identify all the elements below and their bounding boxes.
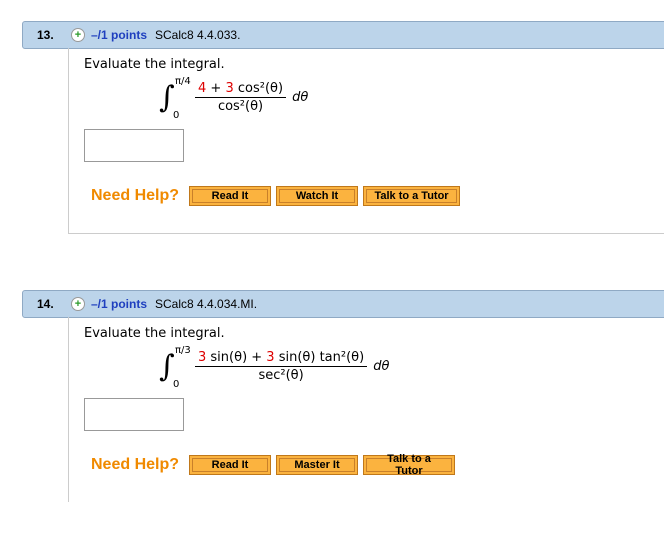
upper-limit: π/4: [175, 76, 191, 87]
question-14: 14. + –/1 points SCalc8 4.4.034.MI. Eval…: [22, 290, 664, 502]
question-13: 13. + –/1 points SCalc8 4.4.033. Evaluat…: [22, 21, 664, 234]
term: sin(θ) +: [206, 350, 267, 365]
prompt: Evaluate the integral.: [84, 57, 225, 72]
need-help-label: Need Help?: [91, 456, 180, 473]
integral-expression: ∫ π/3 0 3 sin(θ) + 3 sin(θ) tan²(θ) sec²(θ…: [159, 345, 390, 390]
term: +: [206, 81, 226, 96]
question-number: 14.: [37, 297, 54, 311]
question-body: Evaluate the integral. ∫ π/4 0 4 + 3 cos²(…: [68, 48, 664, 234]
points: –/1 points: [91, 28, 148, 42]
term: sin(θ) tan²(θ): [274, 350, 365, 365]
expand-plus-icon[interactable]: +: [71, 297, 85, 311]
question-header: 14. + –/1 points SCalc8 4.4.034.MI.: [22, 290, 664, 318]
master-it-button[interactable]: Master It: [276, 455, 359, 475]
denominator: sec²(θ): [258, 368, 304, 383]
differential: dθ: [292, 90, 309, 105]
help-row: Need Help? Read It Master It Talk to a T…: [91, 453, 460, 477]
fraction: 3 sin(θ) + 3 sin(θ) tan²(θ) sec²(θ): [195, 350, 368, 383]
numerator: 4 + 3 cos²(θ): [195, 81, 287, 98]
numerator: 3 sin(θ) + 3 sin(θ) tan²(θ): [195, 350, 368, 367]
term: cos²(θ): [233, 81, 284, 96]
help-row: Need Help? Read It Watch It Talk to a Tu…: [91, 186, 465, 206]
prompt: Evaluate the integral.: [84, 326, 225, 341]
coef: 3: [266, 350, 275, 365]
coef: 3: [225, 81, 234, 96]
answer-input[interactable]: [84, 129, 184, 162]
question-ref: SCalc8 4.4.033.: [155, 28, 241, 42]
answer-input[interactable]: [84, 398, 184, 431]
read-it-button[interactable]: Read It: [189, 186, 272, 206]
denominator: cos²(θ): [217, 99, 264, 114]
question-ref: SCalc8 4.4.034.MI.: [155, 297, 258, 311]
read-it-button[interactable]: Read It: [189, 455, 272, 475]
expand-plus-icon[interactable]: +: [71, 28, 85, 42]
lower-limit: 0: [173, 379, 180, 390]
lower-limit: 0: [173, 110, 180, 121]
integral-sign: ∫ π/4 0: [159, 76, 191, 121]
question-body: Evaluate the integral. ∫ π/3 0 3 sin(θ) + …: [68, 317, 664, 502]
upper-limit: π/3: [175, 345, 191, 356]
question-header: 13. + –/1 points SCalc8 4.4.033.: [22, 21, 664, 49]
integral-sign: ∫ π/3 0: [159, 345, 191, 390]
points: –/1 points: [91, 297, 148, 311]
watch-it-button[interactable]: Watch It: [276, 186, 359, 206]
fraction: 4 + 3 cos²(θ) cos²(θ): [195, 81, 287, 114]
integral-expression: ∫ π/4 0 4 + 3 cos²(θ) cos²(θ) dθ: [159, 76, 309, 121]
talk-to-tutor-button[interactable]: Talk to a Tutor: [363, 453, 456, 477]
differential: dθ: [373, 359, 390, 374]
talk-to-tutor-button[interactable]: Talk to a Tutor: [363, 186, 461, 206]
question-number: 13.: [37, 28, 54, 42]
need-help-label: Need Help?: [91, 187, 180, 204]
